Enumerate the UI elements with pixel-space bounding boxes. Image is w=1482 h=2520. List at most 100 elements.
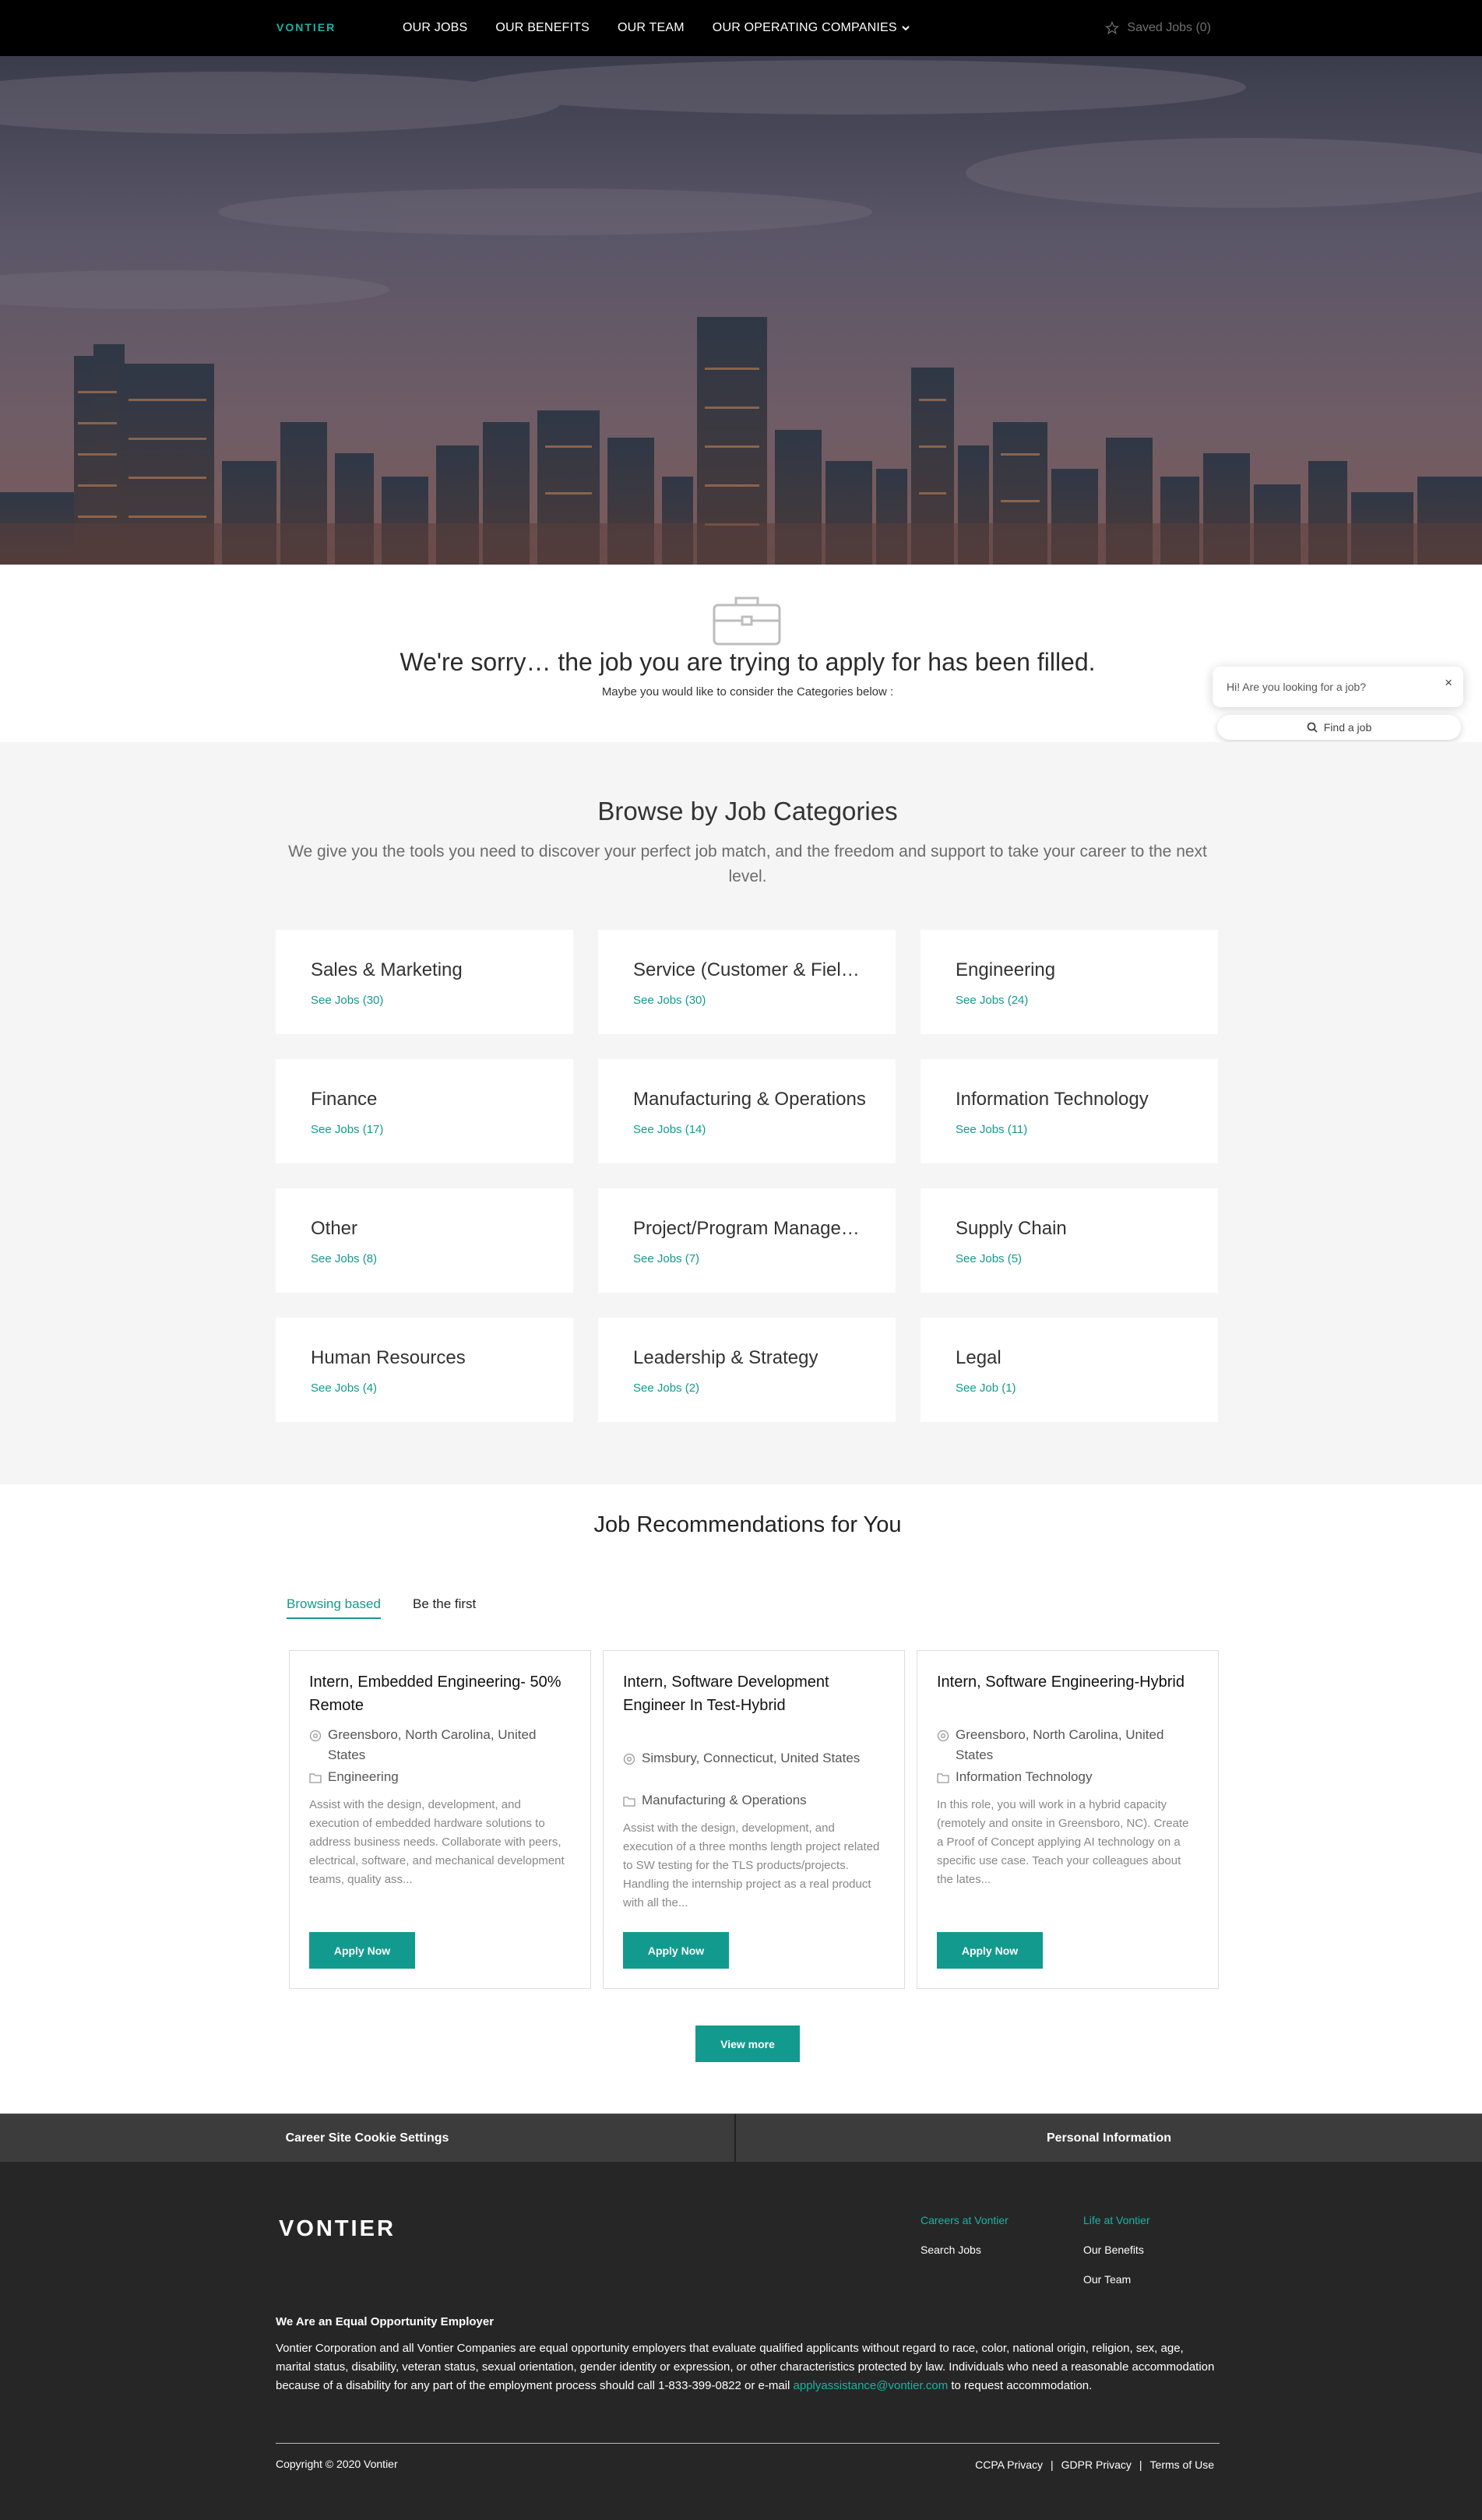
- nav-our-benefits[interactable]: OUR BENEFITS: [495, 21, 590, 35]
- job-category-text: Information Technology: [956, 1769, 1093, 1784]
- category-see-jobs-link[interactable]: See Jobs (4): [311, 1381, 377, 1395]
- category-see-jobs-link[interactable]: See Jobs (30): [633, 994, 706, 1007]
- job-card: Intern, Software Engineering-Hybrid Gree…: [917, 1650, 1219, 1989]
- category-see-jobs-link[interactable]: See Job (1): [956, 1381, 1016, 1395]
- footer-divider: [276, 2443, 1220, 2444]
- category-card[interactable]: Sales & Marketing See Jobs (30): [276, 930, 573, 1034]
- tab-be-the-first[interactable]: Be the first: [413, 1596, 476, 1612]
- category-card[interactable]: Engineering See Jobs (24): [921, 930, 1218, 1034]
- footer-link-our-team[interactable]: Our Team: [1083, 2273, 1150, 2286]
- top-navigation-bar: VONTIER OUR JOBS OUR BENEFITS OUR TEAM O…: [0, 0, 1482, 56]
- category-title: Finance: [311, 1089, 378, 1110]
- job-description: Assist with the design, development, and…: [623, 1821, 880, 1909]
- category-see-jobs-link[interactable]: See Jobs (5): [956, 1252, 1022, 1265]
- footer-link-search-jobs[interactable]: Search Jobs: [921, 2244, 1009, 2256]
- location-pin-icon: [309, 1730, 322, 1742]
- job-location-text: Greensboro, North Carolina, United State…: [956, 1727, 1164, 1762]
- job-title-link[interactable]: Intern, Embedded Engineering- 50% Remote: [309, 1670, 566, 1717]
- eoe-title: We Are an Equal Opportunity Employer: [276, 2315, 495, 2328]
- legal-links: CCPA Privacy | GDPR Privacy | Terms of U…: [975, 2458, 1214, 2471]
- apply-now-button[interactable]: Apply Now: [937, 1932, 1043, 1969]
- recommendations-title: Job Recommendations for You: [593, 1512, 902, 1537]
- nav-operating-companies-label: OUR OPERATING COMPANIES: [712, 21, 897, 34]
- vontier-logo[interactable]: VONTIER: [276, 19, 353, 37]
- cookie-settings-bar: Career Site Cookie Settings Personal Inf…: [0, 2113, 1482, 2163]
- job-description: In this role, you will work in a hybrid …: [937, 1798, 1189, 1886]
- gdpr-privacy-link[interactable]: GDPR Privacy: [1061, 2458, 1132, 2471]
- category-card[interactable]: Service (Customer & Field Service) See J…: [598, 930, 896, 1034]
- category-title: Service (Customer & Field Service): [633, 959, 867, 980]
- search-icon: [1307, 722, 1318, 733]
- job-category: Engineering: [309, 1767, 574, 1787]
- saved-jobs-link[interactable]: Saved Jobs (0): [1105, 0, 1211, 56]
- location-pin-icon: [937, 1730, 949, 1742]
- category-card[interactable]: Project/Program Management See Jobs (7): [598, 1188, 896, 1293]
- footer-column-careers: Careers at Vontier Search Jobs: [921, 2214, 1009, 2273]
- terms-of-use-link[interactable]: Terms of Use: [1150, 2458, 1214, 2471]
- separator: |: [1051, 2458, 1054, 2471]
- job-category-text: Engineering: [328, 1769, 399, 1784]
- category-see-jobs-link[interactable]: See Jobs (11): [956, 1123, 1027, 1136]
- category-card[interactable]: Manufacturing & Operations See Jobs (14): [598, 1059, 896, 1163]
- job-title-link[interactable]: Intern, Software Engineering-Hybrid: [937, 1670, 1194, 1694]
- find-a-job-label: Find a job: [1323, 721, 1372, 734]
- footer-link-life-at-vontier[interactable]: Life at Vontier: [1083, 2214, 1150, 2226]
- browse-categories-section: Browse by Job Categories We give you the…: [0, 742, 1482, 1484]
- folder-icon: [309, 1773, 322, 1783]
- category-card[interactable]: Human Resources See Jobs (4): [276, 1318, 573, 1422]
- tab-browsing-based[interactable]: Browsing based: [287, 1596, 381, 1619]
- chat-greeting-bubble: Hi! Are you looking for a job? ×: [1213, 667, 1463, 707]
- apply-now-button[interactable]: Apply Now: [309, 1932, 415, 1969]
- nav-our-team[interactable]: OUR TEAM: [618, 21, 685, 35]
- category-title: Human Resources: [311, 1347, 466, 1368]
- category-title: Engineering: [956, 959, 1056, 980]
- personal-information-button[interactable]: Personal Information: [736, 2114, 1482, 2163]
- category-card[interactable]: Other See Jobs (8): [276, 1188, 573, 1293]
- category-see-jobs-link[interactable]: See Jobs (8): [311, 1252, 377, 1265]
- nav-operating-companies[interactable]: OUR OPERATING COMPANIES: [713, 21, 910, 35]
- category-card[interactable]: Finance See Jobs (17): [276, 1059, 573, 1163]
- category-see-jobs-link[interactable]: See Jobs (30): [311, 994, 383, 1007]
- browse-title: Browse by Job Categories: [597, 797, 898, 825]
- apply-now-button[interactable]: Apply Now: [623, 1932, 729, 1969]
- category-card[interactable]: Information Technology See Jobs (11): [921, 1059, 1218, 1163]
- footer-column-life: Life at Vontier Our Benefits Our Team: [1083, 2214, 1150, 2303]
- briefcase-icon: [713, 597, 781, 646]
- category-title: Other: [311, 1218, 358, 1239]
- eoe-email-link[interactable]: applyassistance@vontier.com: [794, 2379, 949, 2392]
- job-card: Intern, Software Development Engineer In…: [603, 1650, 905, 1989]
- category-see-jobs-link[interactable]: See Jobs (2): [633, 1381, 699, 1395]
- category-card[interactable]: Legal See Job (1): [921, 1318, 1218, 1422]
- nav-our-jobs[interactable]: OUR JOBS: [403, 21, 467, 35]
- chat-greeting-text: Hi! Are you looking for a job?: [1227, 681, 1366, 693]
- location-pin-icon: [623, 1753, 635, 1765]
- svg-text:VONTIER: VONTIER: [276, 21, 336, 33]
- star-icon: [1105, 21, 1120, 35]
- chevron-down-icon: [902, 26, 910, 31]
- folder-icon: [623, 1797, 635, 1807]
- close-icon[interactable]: ×: [1445, 675, 1452, 691]
- category-card[interactable]: Leadership & Strategy See Jobs (2): [598, 1318, 896, 1422]
- footer-link-our-benefits[interactable]: Our Benefits: [1083, 2244, 1150, 2256]
- category-card[interactable]: Supply Chain See Jobs (5): [921, 1188, 1218, 1293]
- category-title: Sales & Marketing: [311, 959, 463, 980]
- category-title: Manufacturing & Operations: [633, 1089, 866, 1110]
- job-location: Greensboro, North Carolina, United State…: [309, 1725, 574, 1765]
- view-more-button[interactable]: View more: [695, 2026, 800, 2062]
- cookie-settings-button[interactable]: Career Site Cookie Settings: [0, 2114, 734, 2163]
- eoe-statement: Vontier Corporation and all Vontier Comp…: [276, 2339, 1218, 2395]
- category-see-jobs-link[interactable]: See Jobs (17): [311, 1123, 383, 1136]
- folder-icon: [937, 1773, 949, 1783]
- job-description: Assist with the design, development, and…: [309, 1798, 565, 1886]
- job-title-link[interactable]: Intern, Software Development Engineer In…: [623, 1670, 880, 1717]
- svg-text:VONTIER: VONTIER: [279, 2216, 396, 2240]
- find-a-job-button[interactable]: Find a job: [1217, 715, 1461, 740]
- category-see-jobs-link[interactable]: See Jobs (24): [956, 994, 1028, 1007]
- category-see-jobs-link[interactable]: See Jobs (14): [633, 1123, 706, 1136]
- separator: |: [1139, 2458, 1142, 2471]
- footer-vontier-logo[interactable]: VONTIER: [279, 2216, 447, 2244]
- footer-link-careers-at-vontier[interactable]: Careers at Vontier: [921, 2214, 1009, 2226]
- ccpa-privacy-link[interactable]: CCPA Privacy: [975, 2458, 1043, 2471]
- job-card: Intern, Embedded Engineering- 50% Remote…: [289, 1650, 591, 1989]
- category-see-jobs-link[interactable]: See Jobs (7): [633, 1252, 699, 1265]
